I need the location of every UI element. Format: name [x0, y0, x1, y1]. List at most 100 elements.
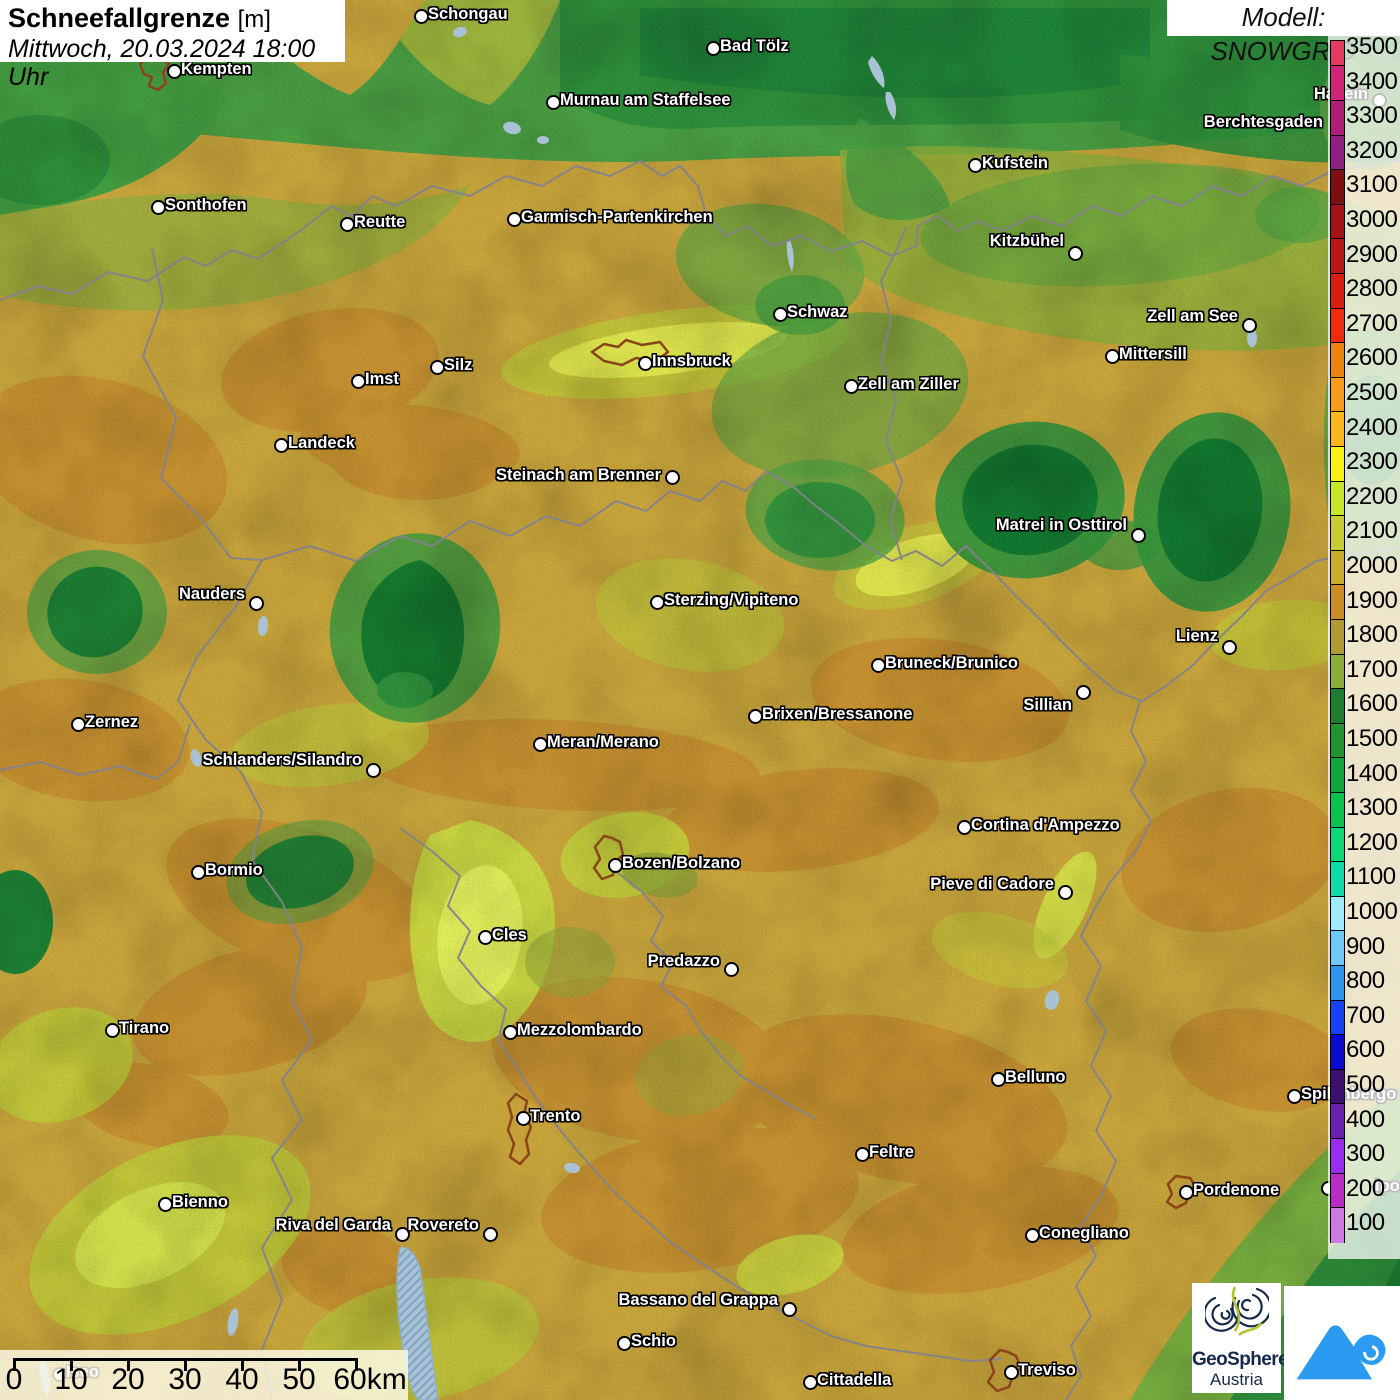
city-dot-conegliano	[1025, 1228, 1040, 1243]
city-label-lienz: Lienz	[1176, 625, 1218, 647]
city-label-mezzolombardo: Mezzolombardo	[517, 1019, 642, 1041]
scale-label-20: 20	[111, 1363, 144, 1397]
legend-segment-600	[1331, 1034, 1344, 1070]
city-label-zell-am-see: Zell am See	[1147, 305, 1238, 327]
city-label-trento: Trento	[530, 1105, 580, 1127]
legend-segment-3100	[1331, 169, 1344, 205]
city-label-kufstein: Kufstein	[982, 152, 1048, 174]
map-title: Schneefallgrenze [m]	[8, 3, 345, 35]
weather-map-stage: SchongauBad TölzKemptenHalleinMurnau am …	[0, 0, 1400, 1400]
legend-segment-3300	[1331, 100, 1344, 136]
legend-tick-3200: 3200	[1346, 136, 1400, 166]
city-dot-lienz	[1222, 640, 1237, 655]
legend-tick-800: 800	[1346, 966, 1400, 996]
city-label-rovereto: Rovereto	[407, 1214, 479, 1236]
city-dot-schwaz	[773, 307, 788, 322]
city-label-belluno: Belluno	[1005, 1066, 1066, 1088]
legend-segment-2000	[1331, 550, 1344, 586]
city-label-cortina-d-ampezzo: Cortina d'Ampezzo	[971, 814, 1120, 836]
city-label-zernez: Zernez	[85, 711, 138, 733]
city-label-matrei-in-osttirol: Matrei in Osttirol	[996, 514, 1127, 536]
city-dot-predazzo	[724, 962, 739, 977]
city-dot-brixen-bressanone	[748, 709, 763, 724]
city-dot-murnau-am-staffelsee	[546, 95, 561, 110]
legend-tick-2500: 2500	[1346, 378, 1400, 408]
city-label-pordenone: Pordenone	[1193, 1179, 1279, 1201]
city-dot-schio	[617, 1336, 632, 1351]
city-dot-garmisch-partenkirchen	[507, 212, 522, 227]
city-dot-sterzing-vipiteno	[650, 595, 665, 610]
city-label-sonthofen: Sonthofen	[165, 194, 247, 216]
scale-label-0: 0	[6, 1363, 23, 1397]
city-dot-treviso	[1004, 1365, 1019, 1380]
map-title-box: Schneefallgrenze [m] Mittwoch, 20.03.202…	[0, 0, 345, 62]
city-dot-steinach-am-brenner	[665, 470, 680, 485]
city-dot-imst	[351, 374, 366, 389]
legend-segment-1000	[1331, 896, 1344, 932]
city-label-brixen-bressanone: Brixen/Bressanone	[762, 703, 912, 725]
legend-tick-3000: 3000	[1346, 205, 1400, 235]
city-label-bad-t-lz: Bad Tölz	[720, 35, 789, 57]
legend-tick-1300: 1300	[1346, 793, 1400, 823]
legend-tick-2000: 2000	[1346, 551, 1400, 581]
legend-segment-1700	[1331, 654, 1344, 690]
city-label-conegliano: Conegliano	[1039, 1222, 1129, 1244]
legend-segment-100	[1331, 1207, 1344, 1243]
legend-tick-400: 400	[1346, 1105, 1400, 1135]
city-dot-zell-am-see	[1242, 318, 1257, 333]
legend-segment-2300	[1331, 446, 1344, 482]
legend-tick-700: 700	[1346, 1001, 1400, 1031]
legend-tick-1900: 1900	[1346, 586, 1400, 616]
city-dot-schlanders-silandro	[366, 763, 381, 778]
legend-tick-3400: 3400	[1346, 67, 1400, 97]
legend-tick-1600: 1600	[1346, 689, 1400, 719]
city-label-bormio: Bormio	[205, 859, 263, 881]
scale-label-50: 50	[282, 1363, 315, 1397]
city-label-predazzo: Predazzo	[648, 950, 720, 972]
legend-segment-2600	[1331, 342, 1344, 378]
city-dot-silz	[430, 360, 445, 375]
legend-segment-2700	[1331, 308, 1344, 344]
geosphere-logo-text: GeoSphere	[1192, 1350, 1281, 1370]
city-label-cles: Cles	[492, 924, 527, 946]
legend-segment-1600	[1331, 688, 1344, 724]
legend-segment-2900	[1331, 238, 1344, 274]
legend-tick-3500: 3500	[1346, 32, 1400, 62]
legend-segment-1400	[1331, 757, 1344, 793]
city-label-feltre: Feltre	[869, 1141, 914, 1163]
city-label-cittadella: Cittadella	[817, 1369, 891, 1391]
legend-segment-1500	[1331, 723, 1344, 759]
legend-tick-300: 300	[1346, 1139, 1400, 1169]
legend-tick-2400: 2400	[1346, 413, 1400, 443]
legend-segment-3400	[1331, 65, 1344, 101]
city-dot-mittersill	[1105, 349, 1120, 364]
city-label-schwaz: Schwaz	[787, 301, 848, 323]
legend-tick-1500: 1500	[1346, 724, 1400, 754]
map-datetime: Mittwoch, 20.03.2024 18:00 Uhr	[8, 35, 345, 91]
legend-tick-3300: 3300	[1346, 101, 1400, 131]
city-label-meran-merano: Meran/Merano	[547, 731, 659, 753]
legend-segment-200	[1331, 1173, 1344, 1209]
city-label-landeck: Landeck	[288, 432, 355, 454]
legend-tick-2800: 2800	[1346, 274, 1400, 304]
legend-segment-1100	[1331, 861, 1344, 897]
city-label-bruneck-brunico: Bruneck/Brunico	[885, 652, 1018, 674]
legend-tick-100: 100	[1346, 1208, 1400, 1238]
legend-tick-500: 500	[1346, 1070, 1400, 1100]
city-dot-sillian	[1076, 685, 1091, 700]
city-label-schlanders-silandro: Schlanders/Silandro	[202, 749, 362, 771]
city-label-bozen-bolzano: Bozen/Bolzano	[622, 852, 740, 874]
city-dot-sonthofen	[151, 200, 166, 215]
legend-segment-1900	[1331, 584, 1344, 620]
legend-segment-2200	[1331, 481, 1344, 517]
city-dot-zernez	[71, 717, 86, 732]
legend-tick-1800: 1800	[1346, 620, 1400, 650]
city-label-mittersill: Mittersill	[1119, 343, 1187, 365]
legend-tick-2900: 2900	[1346, 240, 1400, 270]
legend-segment-1200	[1331, 827, 1344, 863]
legend-segment-3000	[1331, 204, 1344, 240]
geosphere-logo-icon	[1205, 1283, 1269, 1345]
legend-tick-2700: 2700	[1346, 309, 1400, 339]
legend-segment-500	[1331, 1069, 1344, 1105]
partner-logo	[1284, 1286, 1400, 1400]
